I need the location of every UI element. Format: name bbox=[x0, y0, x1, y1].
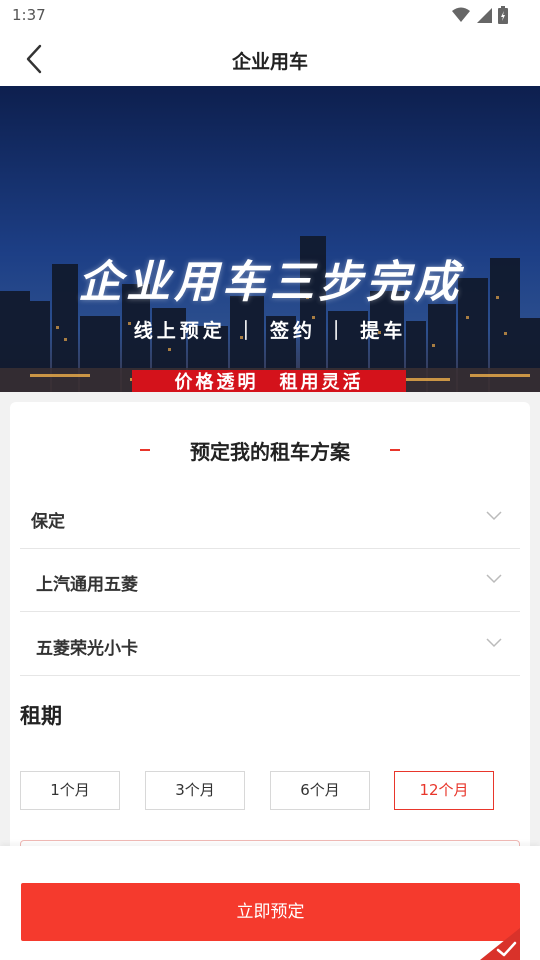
signal-icon bbox=[477, 8, 492, 23]
lease-period-label: 租期 bbox=[20, 704, 62, 728]
banner-steps: 线上预定 ｜ 签约 ｜ 提车 bbox=[133, 320, 407, 342]
chevron-down-icon bbox=[486, 574, 502, 584]
model-select[interactable]: 五菱荣光小卡 bbox=[20, 614, 520, 676]
battery-icon bbox=[498, 6, 508, 24]
check-icon bbox=[480, 928, 520, 960]
brand-select-value: 上汽通用五菱 bbox=[36, 575, 138, 595]
period-option-3-months[interactable]: 3个月 bbox=[145, 771, 245, 810]
page-title: 企业用车 bbox=[231, 51, 308, 73]
banner-carousel[interactable]: 企业用车三步完成 线上预定 ｜ 签约 ｜ 提车 价格透明 租用灵活 bbox=[0, 86, 540, 392]
section-title: 预定我的租车方案 bbox=[190, 440, 350, 464]
banner-tagline: 价格透明 租用灵活 bbox=[132, 370, 406, 392]
chevron-down-icon bbox=[486, 638, 502, 648]
status-bar: 1:37 bbox=[0, 0, 540, 32]
wifi-icon bbox=[452, 7, 470, 22]
period-option-1-month[interactable]: 1个月 bbox=[20, 771, 120, 810]
model-select-value: 五菱荣光小卡 bbox=[36, 639, 138, 659]
banner-title: 企业用车三步完成 bbox=[78, 257, 462, 308]
brand-select[interactable]: 上汽通用五菱 bbox=[20, 550, 520, 612]
period-option-12-months[interactable]: 12个月 bbox=[394, 771, 494, 810]
nav-bar: 企业用车 bbox=[0, 32, 540, 86]
banner-image bbox=[0, 86, 540, 392]
bottom-action-bar: 立即预定 bbox=[0, 846, 540, 960]
city-select[interactable]: 保定 bbox=[20, 487, 520, 549]
period-option-6-months[interactable]: 6个月 bbox=[270, 771, 370, 810]
book-now-button[interactable]: 立即预定 bbox=[21, 883, 520, 941]
chevron-down-icon bbox=[486, 511, 502, 521]
city-select-value: 保定 bbox=[31, 512, 65, 532]
status-time: 1:37 bbox=[12, 6, 46, 24]
title-dash-right bbox=[390, 449, 400, 451]
status-icons bbox=[452, 6, 508, 24]
